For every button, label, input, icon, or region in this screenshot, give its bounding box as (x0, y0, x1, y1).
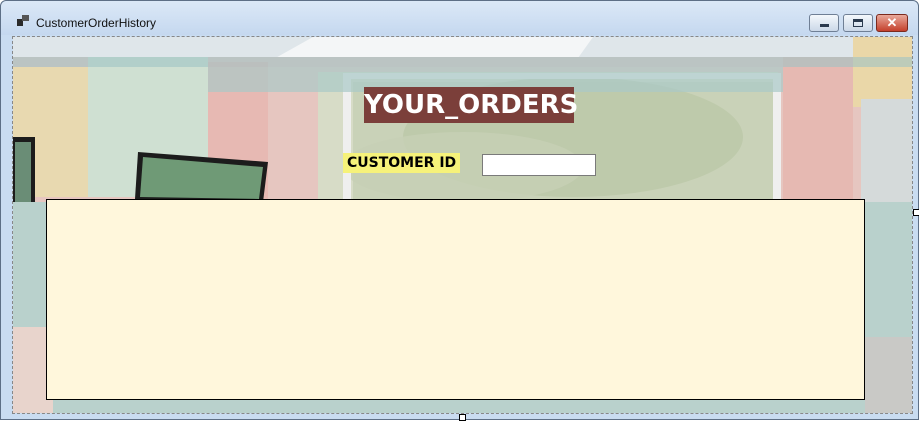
customer-id-input[interactable] (482, 154, 596, 176)
title-bar[interactable]: CustomerOrderHistory ✕ (1, 1, 918, 35)
minimize-button[interactable] (809, 14, 839, 32)
form-client-area: YOUR_ORDERS CUSTOMER ID (12, 36, 913, 414)
orders-grid[interactable] (46, 199, 865, 400)
minimize-icon (820, 24, 829, 27)
form-heading: YOUR_ORDERS (364, 87, 578, 123)
customer-id-label: CUSTOMER ID (343, 153, 461, 173)
app-icon[interactable] (17, 15, 29, 27)
close-button[interactable]: ✕ (876, 14, 908, 32)
maximize-button[interactable] (843, 14, 873, 32)
app-window: CustomerOrderHistory ✕ YOUR_ORDERS CUSTO… (0, 0, 919, 421)
resize-handle-right[interactable] (913, 209, 919, 216)
close-icon: ✕ (886, 15, 898, 30)
window-title: CustomerOrderHistory (36, 16, 157, 30)
maximize-icon (853, 19, 863, 27)
